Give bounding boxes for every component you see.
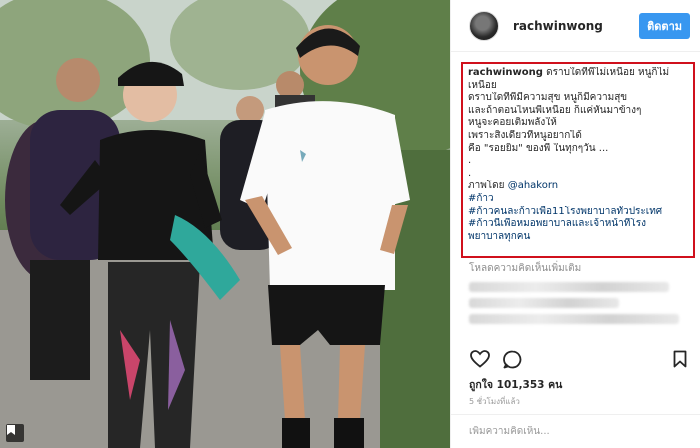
caption-line: . <box>468 155 472 167</box>
photographer-mention-link[interactable]: @ahakorn <box>508 180 558 191</box>
post-side-panel: rachwinwong ติดตาม rachwinwong ดราบใดที่… <box>450 0 700 448</box>
caption-line: . <box>468 167 472 179</box>
blurred-comment <box>469 298 619 308</box>
username[interactable]: rachwinwong <box>513 19 639 33</box>
instagram-post-view: rachwinwong ติดตาม rachwinwong ดราบใดที่… <box>0 0 700 448</box>
post-photo[interactable] <box>0 0 450 448</box>
caption-line: เหนื่อย <box>468 79 497 91</box>
caption-line: และถ้าตอนไหนพี่เหนื่อย ก็แค่หันมาข้างๆ <box>468 104 642 116</box>
caption-line: ภาพโดย @ahakorn <box>468 180 688 193</box>
blurred-comment <box>469 314 679 324</box>
avatar[interactable] <box>469 10 499 41</box>
caption-highlight-box: rachwinwong ดราบใดที่พี่ไม่เหนื่อย หนูก็… <box>461 62 695 258</box>
hashtag-link[interactable]: #ก้าวนี้เพื่อหมอพยาบาลและเจ้าหน้าที่โรง <box>468 218 688 231</box>
caption-line: ดราบใดที่พี่มีความสุข หนูก็มีความสุข <box>468 92 628 104</box>
comment-bar <box>451 414 700 448</box>
bookmark-icon[interactable] <box>669 348 691 370</box>
load-more-comments-link[interactable]: โหลดความคิดเห็นเพิ่มเติม <box>469 261 581 276</box>
speech-bubble-icon[interactable] <box>501 348 523 370</box>
save-to-collection-icon[interactable] <box>6 424 24 442</box>
post-header: rachwinwong ติดตาม <box>451 0 700 52</box>
post-actions-bar <box>469 346 691 372</box>
blurred-comment <box>469 282 669 292</box>
caption-line: เพราะสิ่งเดียวที่หนูอยากได้ <box>468 129 582 141</box>
caption-author[interactable]: rachwinwong <box>468 67 543 78</box>
hashtag-link[interactable]: #ก้าวคนละก้าวเพื่อ11โรงพยาบาลทั่วประเทศ <box>468 206 688 219</box>
hashtag-link[interactable]: #ก้าว <box>468 193 688 206</box>
like-count[interactable]: ถูกใจ 101,353 คน <box>469 376 562 393</box>
caption-line: rachwinwong ดราบใดที่พี่ไม่เหนื่อย หนูก็… <box>468 67 688 80</box>
follow-button[interactable]: ติดตาม <box>639 12 690 39</box>
caption-line: หนูจะคอยเติมพลังให้ <box>468 117 557 129</box>
comment-input[interactable] <box>469 426 679 437</box>
running-group-illustration <box>0 0 450 448</box>
heart-icon[interactable] <box>469 348 491 370</box>
post-timestamp: 5 ชั่วโมงที่แล้ว <box>469 397 520 406</box>
caption-line: คือ "รอยยิ้ม" ของพี่ ในทุกๆวัน ... <box>468 142 609 154</box>
hashtag-link[interactable]: พยาบาลทุกคน <box>468 231 688 244</box>
caption-text: ดราบใดที่พี่ไม่เหนื่อย หนูก็ไม่ <box>542 67 670 78</box>
photo-credit-label: ภาพโดย <box>468 180 508 192</box>
